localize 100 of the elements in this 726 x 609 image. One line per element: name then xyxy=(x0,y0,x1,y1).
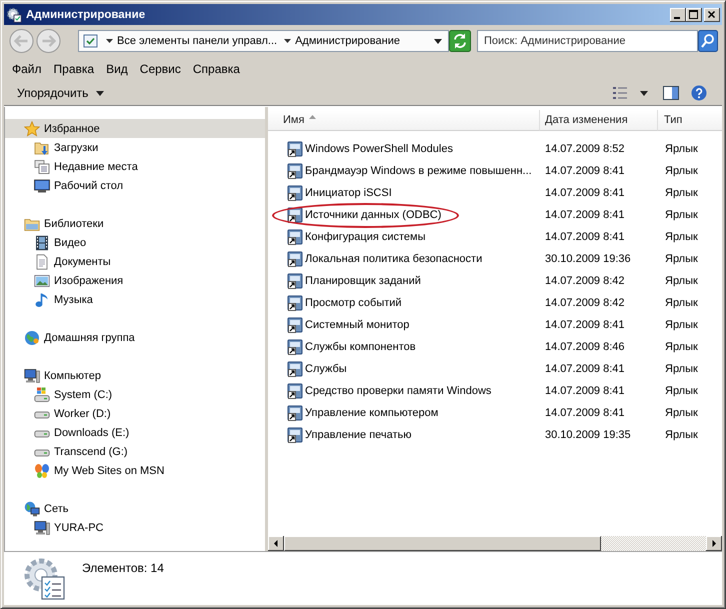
file-type: Ярлык xyxy=(664,187,699,199)
file-name[interactable]: Средство проверки памяти Windows xyxy=(305,385,492,397)
refresh-button[interactable] xyxy=(449,30,471,52)
caret-icon[interactable] xyxy=(640,90,648,96)
nav-item[interactable]: Transcend (G:) xyxy=(34,442,130,461)
file-type: Ярлык xyxy=(664,231,699,243)
nav-item[interactable]: System (C:) xyxy=(34,385,114,404)
scroll-right-button[interactable] xyxy=(706,536,722,551)
menu-item[interactable]: Правка xyxy=(48,62,100,76)
minimize-button[interactable] xyxy=(670,8,686,22)
scroll-left-button[interactable] xyxy=(268,536,284,551)
dropdown-arrow-icon[interactable] xyxy=(434,38,442,44)
nav-item[interactable]: Документы xyxy=(34,252,113,271)
column-header[interactable]: Дата изменения xyxy=(540,110,658,131)
date-modified: 14.07.2009 8:41 xyxy=(544,209,626,221)
search-field[interactable]: Поиск: Администрирование xyxy=(477,30,698,52)
menu-item[interactable]: Сервис xyxy=(134,62,187,76)
file-name[interactable]: Управление печатью xyxy=(305,429,412,441)
date-modified: 14.07.2009 8:41 xyxy=(544,165,626,177)
organize-button[interactable]: Упорядочить xyxy=(11,84,110,102)
date-modified: 14.07.2009 8:42 xyxy=(544,275,626,287)
file-name[interactable]: Просмотр событий xyxy=(305,297,402,309)
music-note-icon xyxy=(34,292,50,308)
gear-check-icon xyxy=(6,6,22,22)
file-name[interactable]: Брандмауэр Windows в режиме повышенн... xyxy=(305,165,532,177)
date-modified: 30.10.2009 19:35 xyxy=(544,429,632,441)
shortcut-icon xyxy=(287,295,303,311)
date-modified: 14.07.2009 8:41 xyxy=(544,231,626,243)
file-name[interactable]: Управление компьютером xyxy=(305,407,438,419)
nav-item[interactable]: Недавние места xyxy=(34,157,140,176)
nav-item[interactable]: Worker (D:) xyxy=(34,404,113,423)
nav-item[interactable]: Домашняя группа xyxy=(24,328,137,347)
item-count: Элементов: 14 xyxy=(82,561,164,575)
breadcrumb-item[interactable]: Все элементы панели управл... xyxy=(117,35,278,47)
nav-item[interactable]: YURA-PC xyxy=(34,518,106,537)
breadcrumb-item[interactable]: Администрирование xyxy=(295,35,400,47)
file-type: Ярлык xyxy=(664,275,699,287)
shortcut-icon xyxy=(287,185,303,201)
nav-item[interactable]: Downloads (E:) xyxy=(34,423,132,442)
nav-item[interactable]: Избранное xyxy=(5,119,265,138)
file-type: Ярлык xyxy=(664,209,699,221)
view-options-icon[interactable] xyxy=(612,85,628,101)
download-folder-icon xyxy=(34,140,50,156)
breadcrumb-arrow-icon[interactable] xyxy=(284,39,292,43)
logo-drive-icon xyxy=(34,386,50,402)
file-type: Ярлык xyxy=(664,297,699,309)
nav-item[interactable]: My Web Sites on MSN xyxy=(34,461,166,480)
scrollbar-thumb[interactable] xyxy=(284,536,601,551)
file-name[interactable]: Локальная политика безопасности xyxy=(305,253,482,265)
menu-item[interactable]: Справка xyxy=(186,62,246,76)
file-name[interactable]: Планировщик заданий xyxy=(305,275,421,287)
picture-icon xyxy=(34,272,50,288)
nav-item[interactable]: Компьютер xyxy=(24,366,103,385)
file-name[interactable]: Инициатор iSCSI xyxy=(305,187,392,199)
menu-item[interactable]: Вид xyxy=(100,62,134,76)
shortcut-icon xyxy=(287,141,303,157)
nav-item[interactable]: Сеть xyxy=(24,499,70,518)
file-type: Ярлык xyxy=(664,407,699,419)
shortcut-icon xyxy=(287,361,303,377)
shortcut-icon xyxy=(287,229,303,245)
shortcut-icon xyxy=(287,339,303,355)
file-name[interactable]: Службы компонентов xyxy=(305,341,416,353)
shortcut-icon xyxy=(287,405,303,421)
nav-item[interactable]: Рабочий стол xyxy=(34,176,126,195)
caret-icon xyxy=(96,90,104,96)
close-button[interactable] xyxy=(704,8,720,22)
address-bar[interactable]: Все элементы панели управл... Администрирование xyxy=(78,30,449,52)
column-header[interactable]: Имя xyxy=(268,110,540,131)
date-modified: 14.07.2009 8:42 xyxy=(544,297,626,309)
breadcrumb-arrow-icon[interactable] xyxy=(106,39,113,43)
date-modified: 14.07.2009 8:41 xyxy=(544,187,626,199)
nav-item[interactable]: Музыка xyxy=(34,290,95,309)
search-button[interactable] xyxy=(698,30,718,52)
horizontal-scrollbar[interactable] xyxy=(268,536,722,551)
maximize-button[interactable] xyxy=(686,8,702,22)
date-modified: 14.07.2009 8:41 xyxy=(544,363,626,375)
gear-checklist-icon xyxy=(22,556,66,602)
globe-monitor-icon xyxy=(24,500,40,516)
preview-pane-icon[interactable] xyxy=(663,85,679,101)
globe-icon xyxy=(24,330,40,346)
file-name[interactable]: Источники данных (ODBC) xyxy=(305,209,442,221)
shortcut-icon xyxy=(287,317,303,333)
file-type: Ярлык xyxy=(664,385,699,397)
window-title: Администрирование xyxy=(26,8,146,20)
nav-item[interactable]: Видео xyxy=(34,233,88,252)
nav-item[interactable]: Библиотеки xyxy=(24,214,106,233)
film-icon xyxy=(34,234,50,250)
date-modified: 30.10.2009 19:36 xyxy=(544,253,632,265)
help-icon[interactable] xyxy=(691,85,707,101)
file-name[interactable]: Системный монитор xyxy=(305,319,410,331)
nav-item[interactable]: Изображения xyxy=(34,271,126,290)
nav-item[interactable]: Загрузки xyxy=(34,138,100,157)
date-modified: 14.07.2009 8:41 xyxy=(544,319,626,331)
file-type: Ярлык xyxy=(664,341,699,353)
file-name[interactable]: Конфигурация системы xyxy=(305,231,426,243)
menu-item[interactable]: Файл xyxy=(6,62,48,76)
file-name[interactable]: Службы xyxy=(305,363,347,375)
shortcut-icon xyxy=(287,207,303,223)
file-type: Ярлык xyxy=(664,429,699,441)
file-name[interactable]: Windows PowerShell Modules xyxy=(305,143,453,155)
